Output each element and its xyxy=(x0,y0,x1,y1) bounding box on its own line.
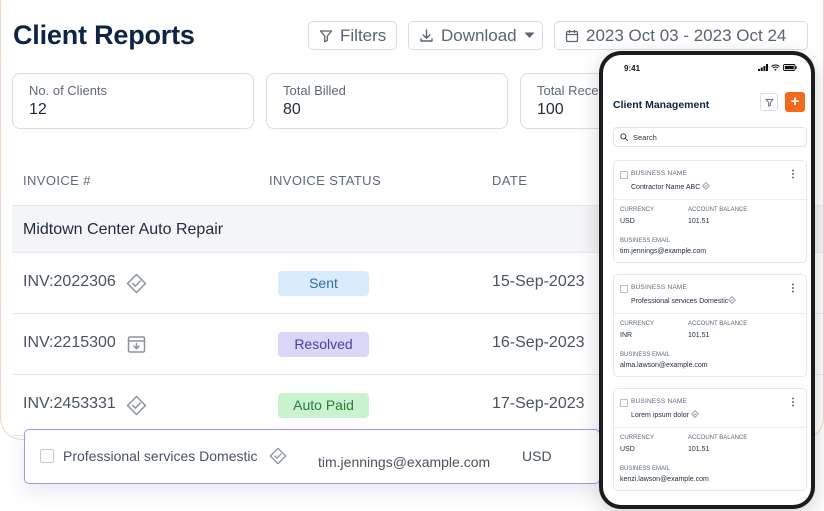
page-title: Client Reports xyxy=(13,20,195,50)
currency: USD xyxy=(522,448,552,464)
card-checkbox[interactable] xyxy=(620,171,628,179)
balance-value: 101.51 xyxy=(688,332,710,339)
balance-label: ACCOUNT BALANCE xyxy=(688,207,748,213)
search-placeholder: Search xyxy=(633,132,657,142)
client-card[interactable]: BUSINESS NAME Lorem ipsum dolor ⋮ CURREN… xyxy=(613,388,807,491)
filter-icon xyxy=(319,29,333,42)
invoice-date: 16-Sep-2023 xyxy=(492,334,585,351)
business-name: Lorem ipsum dolor xyxy=(631,410,699,419)
more-options-icon[interactable]: ⋮ xyxy=(788,170,798,180)
client-card[interactable]: BUSINESS NAME Contractor Name ABC ⋮ CURR… xyxy=(613,160,807,263)
system-icons xyxy=(758,64,797,71)
balance-value: 101.51 xyxy=(688,218,710,225)
status-badge: Auto Paid xyxy=(278,393,369,418)
search-icon xyxy=(620,133,628,141)
stat-card-clients: No. of Clients 12 xyxy=(12,73,254,129)
phone-screen: 9:41 Client Management + Search BUSINESS… xyxy=(603,55,811,505)
caret-down-icon xyxy=(524,32,535,38)
battery-icon xyxy=(783,64,797,71)
invoice-number: INV:2453331 xyxy=(23,395,116,412)
email-label: BUSINESS EMAIL xyxy=(620,238,671,244)
invoice-number: INV:2022306 xyxy=(23,273,116,290)
currency-value: USD xyxy=(620,446,635,453)
divider xyxy=(614,427,806,428)
invoice-date: 15-Sep-2023 xyxy=(492,273,585,290)
verified-badge-icon xyxy=(690,410,699,418)
business-name: Professional services Domestic xyxy=(631,296,737,305)
stat-value: 80 xyxy=(283,101,301,118)
verified-badge-icon xyxy=(269,447,287,470)
status-bar: 9:41 xyxy=(603,55,811,77)
filters-label: Filters xyxy=(340,25,387,45)
email-label: BUSINESS EMAIL xyxy=(620,352,671,358)
business-email: tim.jennings@example.com xyxy=(318,454,491,470)
column-header-date[interactable]: DATE xyxy=(492,173,527,188)
signal-icon xyxy=(758,64,768,71)
status-badge: Sent xyxy=(278,271,369,296)
more-options-icon[interactable]: ⋮ xyxy=(788,284,798,294)
add-client-button[interactable]: + xyxy=(785,92,805,112)
divider xyxy=(614,313,806,314)
app-title: Client Management xyxy=(613,99,710,111)
currency-label: CURRENCY xyxy=(620,435,655,441)
currency-label: CURRENCY xyxy=(620,321,655,327)
balance-label: ACCOUNT BALANCE xyxy=(688,321,748,327)
currency-label: CURRENCY xyxy=(620,207,655,213)
business-name-label: BUSINESS NAME xyxy=(631,284,688,291)
selected-client-row[interactable]: Professional services Domestic tim.jenni… xyxy=(24,429,600,484)
currency-value: INR xyxy=(620,332,633,339)
column-header-invoice[interactable]: INVOICE # xyxy=(23,173,91,188)
business-name: Professional services Domestic xyxy=(63,448,258,464)
business-name-label: BUSINESS NAME xyxy=(631,398,688,405)
calendar-icon xyxy=(565,29,579,42)
search-input[interactable]: Search xyxy=(613,127,807,147)
client-card[interactable]: BUSINESS NAME Professional services Dome… xyxy=(613,274,807,377)
filter-button[interactable] xyxy=(760,93,778,111)
more-options-icon[interactable]: ⋮ xyxy=(788,398,798,408)
download-label: Download xyxy=(441,25,517,45)
verified-badge-icon xyxy=(126,395,147,421)
group-name: Midtown Center Auto Repair xyxy=(23,221,224,238)
download-button[interactable]: Download xyxy=(408,21,543,50)
column-header-status[interactable]: INVOICE STATUS xyxy=(269,173,381,188)
invoice-date: 17-Sep-2023 xyxy=(492,395,585,412)
currency-value: USD xyxy=(620,218,635,225)
business-name: Contractor Name ABC xyxy=(631,182,711,191)
card-checkbox[interactable] xyxy=(620,285,628,293)
stat-value: 12 xyxy=(29,101,47,118)
balance-label: ACCOUNT BALANCE xyxy=(688,435,748,441)
email-value: alma.lawson@example.com xyxy=(620,362,708,369)
balance-value: 101.51 xyxy=(688,446,710,453)
row-checkbox[interactable] xyxy=(40,449,54,463)
filters-button[interactable]: Filters xyxy=(308,21,397,50)
stat-label: Total Billed xyxy=(283,83,346,98)
email-value: kenzi.lawson@example.com xyxy=(620,476,709,483)
verified-badge-icon xyxy=(702,182,711,190)
phone-mockup: 9:41 Client Management + Search BUSINESS… xyxy=(599,51,815,509)
download-icon xyxy=(420,29,433,42)
stat-card-billed: Total Billed 80 xyxy=(266,73,508,129)
divider xyxy=(614,199,806,200)
status-badge: Resolved xyxy=(278,332,369,357)
date-range-picker[interactable]: 2023 Oct 03 - 2023 Oct 24 xyxy=(554,21,808,50)
invoice-number: INV:2215300 xyxy=(23,334,116,351)
business-name-label: BUSINESS NAME xyxy=(631,170,688,177)
date-range-text: 2023 Oct 03 - 2023 Oct 24 xyxy=(586,25,787,45)
status-time: 9:41 xyxy=(624,64,641,73)
verified-badge-icon xyxy=(728,296,737,304)
stat-label: No. of Clients xyxy=(29,83,108,98)
archive-download-icon xyxy=(126,334,147,360)
email-label: BUSINESS EMAIL xyxy=(620,466,671,472)
card-checkbox[interactable] xyxy=(620,399,628,407)
verified-badge-icon xyxy=(126,273,147,299)
filter-icon xyxy=(765,98,773,107)
email-value: tim.jennings@example.com xyxy=(620,248,707,255)
wifi-icon xyxy=(771,64,780,71)
